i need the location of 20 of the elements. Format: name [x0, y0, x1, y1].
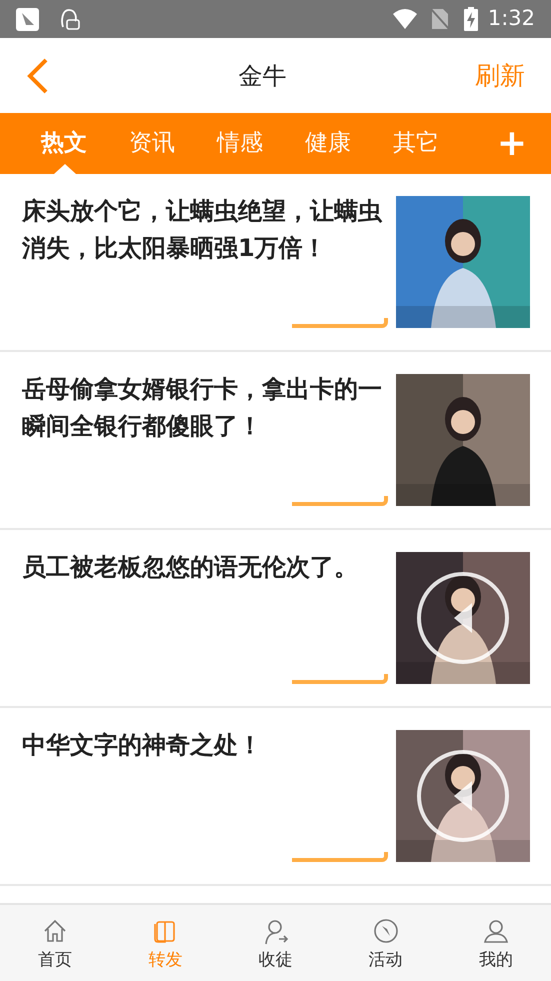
compass-icon [372, 917, 400, 945]
wifi-icon [392, 8, 418, 30]
no-sim-icon [430, 8, 450, 30]
nav-tab[interactable]: 首页 [0, 905, 110, 981]
article-title[interactable]: 床头放个它，让螨虫绝望，让螨虫消失，比太阳暴晒强1万倍！ [22, 193, 388, 267]
app-notification-icon [16, 8, 39, 30]
article-title[interactable]: 中华文字的神奇之处！ [22, 727, 388, 764]
article-title[interactable]: 员工被老板忽悠的语无伦次了。 [22, 549, 388, 586]
page-title: 金牛 [238, 60, 286, 92]
back-button[interactable] [26, 58, 50, 94]
back-icon [26, 58, 48, 94]
battery-charging-icon [464, 7, 478, 31]
person-icon [482, 917, 510, 945]
play-icon [416, 571, 510, 665]
nav-tab[interactable]: 收徒 [220, 905, 331, 981]
nav-tab[interactable]: 我的 [440, 905, 551, 981]
nav-tab[interactable]: 活动 [330, 905, 441, 981]
status-time: 1:32 [488, 5, 535, 32]
play-icon [416, 749, 510, 843]
article-title[interactable]: 岳母偷拿女婿银行卡，拿出卡的一瞬间全银行都傻眼了！ [22, 371, 388, 445]
